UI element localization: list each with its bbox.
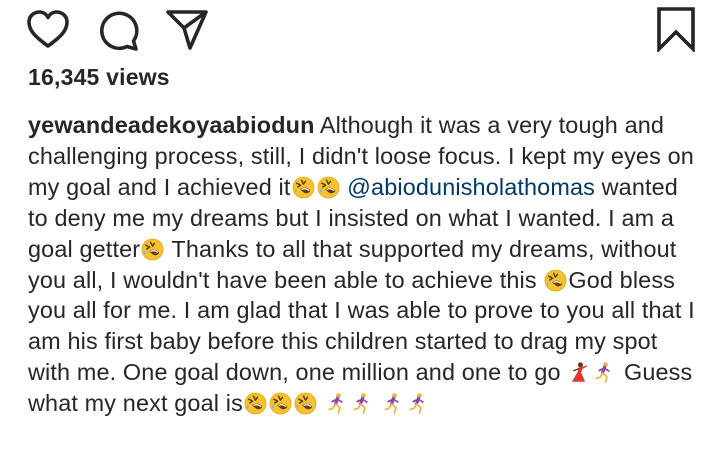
rolling-on-floor-laughing-icon: [292, 176, 315, 199]
woman-running-icon: [382, 392, 405, 415]
woman-running-icon: [351, 392, 374, 415]
rolling-on-floor-laughing-icon: [294, 392, 317, 415]
views-count[interactable]: 16,345 views: [28, 64, 170, 91]
woman-running-icon: [326, 392, 349, 415]
mention-link[interactable]: @abiodunisholathomas: [347, 174, 595, 200]
rolling-on-floor-laughing-icon: [244, 392, 267, 415]
dancer-icon: [568, 361, 591, 384]
comment-icon[interactable]: [97, 8, 141, 52]
bookmark-icon[interactable]: [654, 6, 698, 52]
heart-icon[interactable]: [26, 8, 70, 52]
rolling-on-floor-laughing-icon: [141, 238, 164, 261]
rolling-on-floor-laughing-icon: [317, 176, 340, 199]
username-link[interactable]: yewandeadekoyaabiodun: [28, 112, 315, 138]
post-caption: yewandeadekoyaabiodun Although it was a …: [28, 110, 700, 419]
rolling-on-floor-laughing-icon: [269, 392, 292, 415]
woman-running-icon: [593, 361, 616, 384]
rolling-on-floor-laughing-icon: [544, 269, 567, 292]
paper-plane-icon[interactable]: [165, 8, 209, 52]
post-action-bar: [0, 0, 720, 62]
woman-running-icon: [407, 392, 430, 415]
